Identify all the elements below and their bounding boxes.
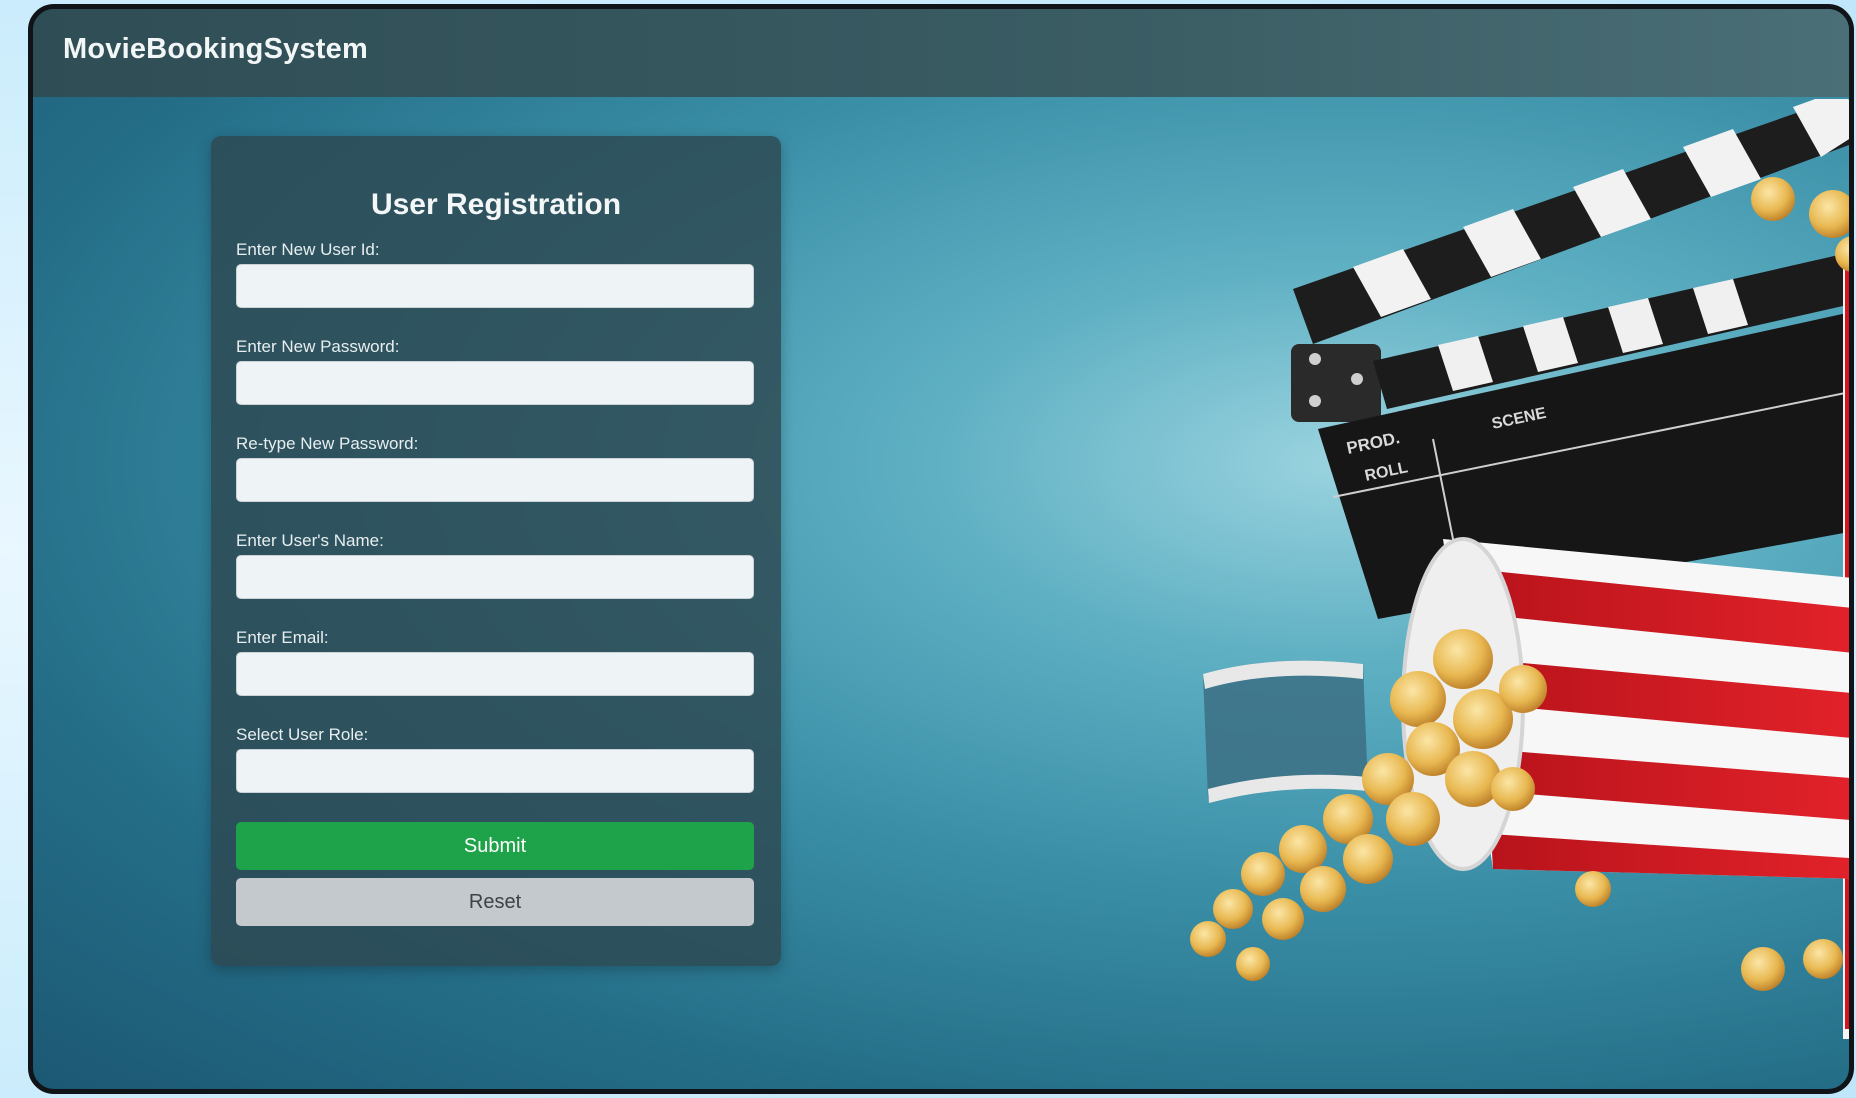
user-name-label: Enter User's Name: (236, 531, 384, 550)
user-id-input[interactable] (236, 264, 754, 308)
film-reel-icon (1203, 660, 1368, 803)
reset-button[interactable]: Reset (236, 878, 754, 926)
password-input[interactable] (236, 361, 754, 405)
browser-window: MovieBookingSystem PROD. ROLL SCENE User… (28, 4, 1854, 1094)
user-id-label: Enter New User Id: (236, 240, 380, 259)
app-brand[interactable]: MovieBookingSystem (63, 33, 368, 66)
email-input[interactable] (236, 652, 754, 696)
top-navbar: MovieBookingSystem (33, 9, 1849, 97)
clapperboard-icon: PROD. ROLL SCENE (1291, 99, 1849, 619)
email-label: Enter Email: (236, 628, 329, 647)
user-role-label: Select User Role: (236, 725, 369, 744)
form-title: User Registration (370, 188, 622, 221)
user-role-select[interactable] (236, 749, 754, 793)
password-label: Enter New Password: (236, 337, 400, 356)
submit-button[interactable]: Submit (236, 822, 754, 870)
user-name-input[interactable] (236, 555, 754, 599)
retype-password-input[interactable] (236, 458, 754, 502)
retype-password-label: Re-type New Password: (236, 434, 419, 453)
screen-backdrop: MovieBookingSystem PROD. ROLL SCENE User… (0, 0, 1856, 1098)
registration-panel: User Registration Enter New User Id: Ent… (211, 136, 781, 966)
movie-illustration: PROD. ROLL SCENE (1190, 99, 1849, 1039)
